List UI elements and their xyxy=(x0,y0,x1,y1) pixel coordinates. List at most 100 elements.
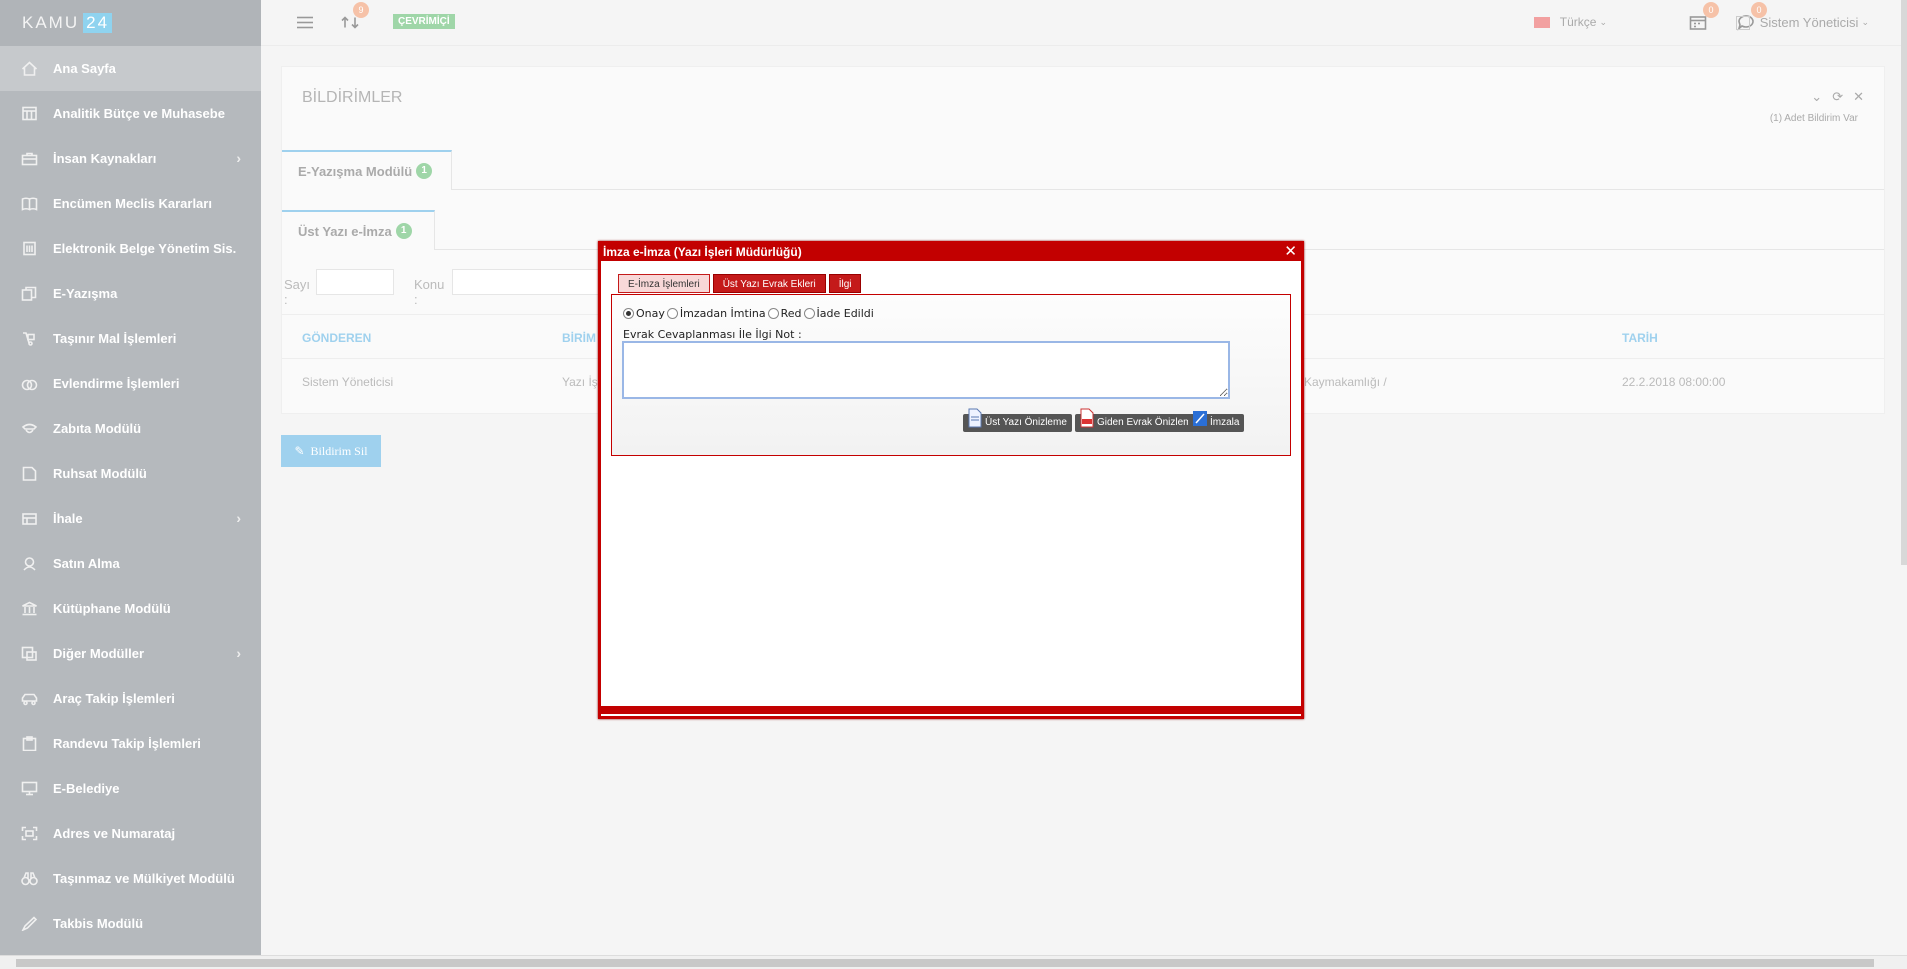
tab-label: E-Yazışma Modülü xyxy=(298,163,413,179)
brand-logo[interactable]: KAMU 24 xyxy=(0,0,261,46)
sidebar-item-i-hale[interactable]: İhale › xyxy=(0,496,261,541)
tab-label: Üst Yazı e-İmza xyxy=(298,223,392,239)
sidebar-item-evlendirme-i-şlemleri[interactable]: Evlendirme İşlemleri xyxy=(0,361,261,406)
sidebar-item-label: E-Yazışma xyxy=(53,286,118,301)
sidebar-item-ruhsat-modülü[interactable]: Ruhsat Modülü xyxy=(0,451,261,496)
sidebar-item-label: Satın Alma xyxy=(53,556,120,571)
tag-icon: ✎ xyxy=(294,443,305,458)
radio-button[interactable] xyxy=(767,308,779,319)
radio-iade-edildi[interactable]: İade Edildi xyxy=(803,307,874,320)
sidebar-item-label: İnsan Kaynakları xyxy=(53,151,157,166)
delete-notification-label: Bildirim Sil xyxy=(310,443,368,458)
sidebar-item-randevu-takip-i-şlemleri[interactable]: Randevu Takip İşlemleri xyxy=(0,721,261,766)
sidebar-item-takbis-modülü[interactable]: Takbis Modülü xyxy=(0,901,261,946)
sayi-input[interactable] xyxy=(316,269,394,295)
sidebar-item-analitik-bütçe-ve-muhasebe[interactable]: Analitik Bütçe ve Muhasebe xyxy=(0,91,261,136)
certificate-icon xyxy=(20,466,38,482)
chevron-right-icon: › xyxy=(236,645,241,661)
sidebar-item-encümen-meclis-kararları[interactable]: Encümen Meclis Kararları xyxy=(0,181,261,226)
binoculars-icon xyxy=(20,871,38,887)
gavel-icon xyxy=(20,511,38,527)
brand-name: KAMU xyxy=(22,13,80,32)
brand-number: 24 xyxy=(83,13,113,33)
delete-notification-button[interactable]: ✎ Bildirim Sil xyxy=(281,435,381,467)
sidebar: KAMU 24 Ana Sayfa Analitik Bütçe ve Muhas… xyxy=(0,0,261,955)
ust-yazi-preview-label: Üst Yazı Önizleme xyxy=(985,417,1067,428)
dolly-icon xyxy=(20,331,38,347)
sidebar-item-label: Encümen Meclis Kararları xyxy=(53,196,212,211)
close-icon[interactable]: ✕ xyxy=(1853,89,1864,105)
cell-sender: Sistem Yöneticisi xyxy=(302,375,394,389)
sidebar-item-label: Takbis Modülü xyxy=(53,916,144,931)
dialog-tab-e-imza[interactable]: E-İmza İşlemleri xyxy=(618,274,710,293)
note-textarea[interactable] xyxy=(622,341,1230,399)
user-menu[interactable]: Sistem Yöneticisi ⌄ xyxy=(1735,15,1869,30)
radio-imzadan-imtina[interactable]: İmzadan İmtina xyxy=(666,307,766,320)
sidebar-item-elektronik-belge-yönetim-sis[interactable]: Elektronik Belge Yönetim Sis. xyxy=(0,226,261,271)
chevron-down-icon: ⌄ xyxy=(1599,16,1607,27)
radio-button[interactable] xyxy=(623,308,634,319)
calculator-icon xyxy=(20,106,38,122)
close-icon[interactable]: ✕ xyxy=(1284,243,1297,260)
sidebar-item-satın-alma[interactable]: Satın Alma xyxy=(0,541,261,586)
sidebar-item-araç-takip-i-şlemleri[interactable]: Araç Takip İşlemleri xyxy=(0,676,261,721)
sidebar-item-ana-sayfa[interactable]: Ana Sayfa xyxy=(0,46,261,91)
vertical-scrollbar[interactable] xyxy=(1901,0,1907,565)
sayi-label: Sayı : xyxy=(284,277,311,307)
library-icon xyxy=(20,601,38,617)
sidebar-item-diğer-modüller[interactable]: Diğer Modüller › xyxy=(0,631,261,676)
sidebar-item-label: E-Belediye xyxy=(53,781,120,796)
sidebar-item-zabıta-modülü[interactable]: Zabıta Modülü xyxy=(0,406,261,451)
radio-onay[interactable]: Onay xyxy=(623,307,665,320)
sidebar-item-adres-ve-numarataj[interactable]: Adres ve Numarataj xyxy=(0,811,261,856)
user-name: Sistem Yöneticisi xyxy=(1759,15,1859,30)
collapse-icon[interactable]: ⌄ xyxy=(1811,89,1822,105)
radio-label: Red xyxy=(780,307,802,320)
dialog-tab-ilgi[interactable]: İlgi xyxy=(828,274,862,293)
language-label: Türkçe xyxy=(1559,15,1597,29)
column-header-unit[interactable]: BİRİM xyxy=(562,331,596,345)
dialog-footer-bar xyxy=(601,706,1301,714)
cell-institution: Kaymakamlığı / xyxy=(1304,375,1387,389)
sidebar-item-label: Evlendirme İşlemleri xyxy=(53,376,180,391)
cell-date: 22.2.2018 08:00:00 xyxy=(1622,375,1726,389)
konu-input[interactable] xyxy=(452,269,602,295)
reload-icon[interactable]: ⟳ xyxy=(1832,89,1843,105)
tab-ust-yazi-e-imza[interactable]: Üst Yazı e-İmza 1 xyxy=(282,210,435,250)
scrollbar-thumb[interactable] xyxy=(16,959,1874,967)
sidebar-item-kütüphane-modülü[interactable]: Kütüphane Modülü xyxy=(0,586,261,631)
radio-label: Onay xyxy=(636,307,665,320)
horizontal-scrollbar[interactable] xyxy=(0,955,1907,969)
menu-toggle-icon[interactable] xyxy=(296,14,316,32)
ust-yazi-preview-button[interactable]: Üst Yazı Önizleme xyxy=(963,408,1072,432)
sidebar-item-label: Taşınır Mal İşlemleri xyxy=(53,331,177,346)
sidebar-item-taşınmaz-ve-mülkiyet-modülü[interactable]: Taşınmaz ve Mülkiyet Modülü xyxy=(0,856,261,901)
radio-button[interactable] xyxy=(803,308,815,319)
giden-evrak-preview-button[interactable]: Giden Evrak Önizleme xyxy=(1075,408,1203,432)
column-header-date[interactable]: TARİH xyxy=(1622,331,1658,345)
sign-button[interactable]: İmzala xyxy=(1188,411,1245,432)
sidebar-item-e-belediye[interactable]: E-Belediye xyxy=(0,766,261,811)
dialog-panel: Onay İmzadan İmtina Red İade Edildi Evra… xyxy=(611,294,1291,456)
notification-count-note: (1) Adet Bildirim Var xyxy=(1769,113,1858,124)
signature-pen-icon xyxy=(1193,411,1207,426)
radio-button[interactable] xyxy=(666,308,678,319)
tab-e-yazisma-modulu[interactable]: E-Yazışma Modülü 1 xyxy=(282,150,452,190)
note-label: Evrak Cevaplanması İle İlgi Not : xyxy=(623,328,802,341)
dialog-title-bar[interactable]: İmza e-İmza (Yazı İşleri Müdürlüğü) ✕ xyxy=(601,243,1301,261)
calendar-badge: 0 xyxy=(1703,2,1719,18)
column-header-sender[interactable]: GÖNDEREN xyxy=(302,331,371,345)
sidebar-item-label: Kütüphane Modülü xyxy=(53,601,171,616)
radio-red[interactable]: Red xyxy=(767,307,802,320)
chevron-right-icon: › xyxy=(236,510,241,526)
avatar xyxy=(1735,15,1750,30)
e-imza-dialog: İmza e-İmza (Yazı İşleri Müdürlüğü) ✕ E-… xyxy=(598,241,1304,719)
sidebar-item-e-yazışma[interactable]: E-Yazışma xyxy=(0,271,261,316)
language-selector[interactable]: Türkçe ⌄ xyxy=(1533,15,1607,29)
sidebar-item-i-nsan-kaynakları[interactable]: İnsan Kaynakları › xyxy=(0,136,261,181)
sidebar-item-label: Adres ve Numarataj xyxy=(53,826,176,841)
decision-radio-group: Onay İmzadan İmtina Red İade Edildi xyxy=(623,307,876,320)
sidebar-item-taşınır-mal-i-şlemleri[interactable]: Taşınır Mal İşlemleri xyxy=(0,316,261,361)
dialog-tab-evrak-ekleri[interactable]: Üst Yazı Evrak Ekleri xyxy=(712,274,826,293)
dialog-title: İmza e-İmza (Yazı İşleri Müdürlüğü) xyxy=(603,245,802,259)
